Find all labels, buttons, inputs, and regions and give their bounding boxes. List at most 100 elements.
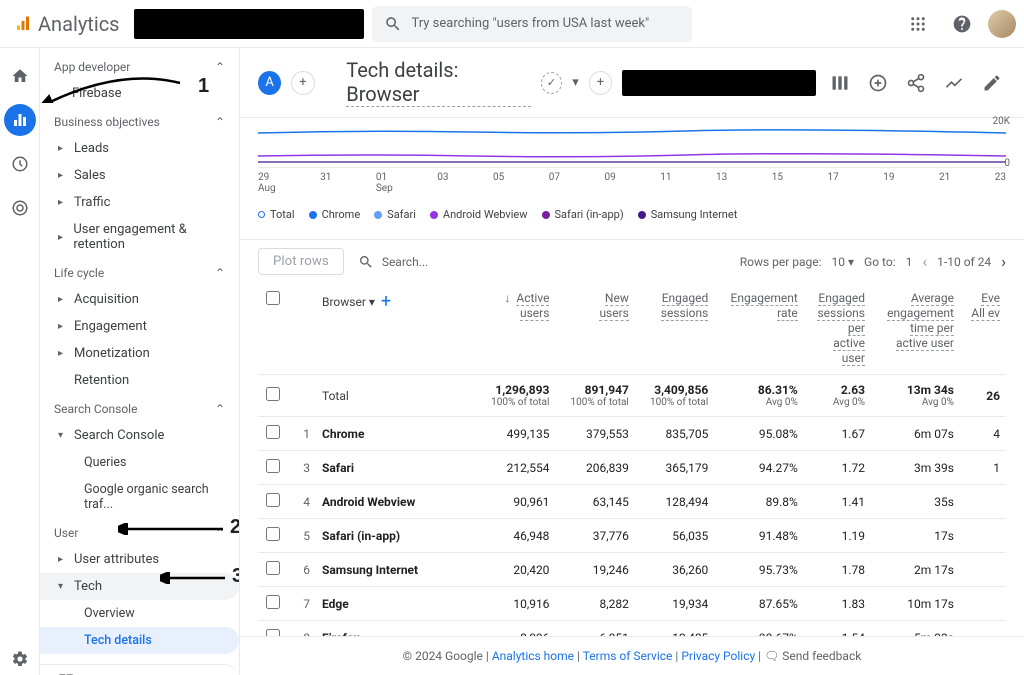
- legend-samsung-internet[interactable]: Samsung Internet: [638, 208, 738, 221]
- report-title: Tech details: Browser: [346, 58, 531, 107]
- help-icon[interactable]: [944, 6, 980, 42]
- sidebar-item-tech-details[interactable]: Tech details: [40, 627, 239, 654]
- table-row[interactable]: 6Samsung Internet20,42019,24636,26095.73…: [258, 553, 1006, 587]
- group-business-objectives[interactable]: Business objectives⌃: [40, 107, 239, 135]
- group-life-cycle[interactable]: Life cycle⌃: [40, 258, 239, 286]
- col-header-new[interactable]: Newusers: [555, 283, 634, 375]
- col-header-active[interactable]: ↓ Activeusers: [476, 283, 555, 375]
- rail-home-icon[interactable]: [4, 60, 36, 92]
- legend-safari-in-app-[interactable]: Safari (in-app): [542, 208, 624, 221]
- row-checkbox[interactable]: [266, 561, 280, 575]
- chart-y-max: 20K: [992, 116, 1010, 127]
- sidebar-item-search-console[interactable]: ▾Search Console: [40, 422, 239, 449]
- row-checkbox[interactable]: [266, 493, 280, 507]
- account-selector[interactable]: [134, 9, 364, 39]
- user-avatar[interactable]: [988, 10, 1016, 38]
- rail-admin-icon[interactable]: [4, 643, 36, 675]
- table-controls: Plot rows Search... Rows per page: 10 ▾ …: [240, 239, 1024, 283]
- apps-icon[interactable]: [900, 6, 936, 42]
- title-menu-icon[interactable]: ▾: [572, 75, 579, 90]
- sidebar-item-tech[interactable]: ▾Tech: [40, 573, 239, 600]
- table-row[interactable]: 1Chrome499,135379,553835,70595.08%1.676m…: [258, 417, 1006, 451]
- row-checkbox-total[interactable]: [266, 387, 280, 401]
- share-icon[interactable]: [902, 69, 930, 97]
- total-label: Total: [316, 375, 476, 417]
- customize-columns-icon[interactable]: [826, 69, 854, 97]
- insights-icon[interactable]: [864, 69, 892, 97]
- logo[interactable]: Analytics: [8, 12, 126, 36]
- table-pager: Rows per page: 10 ▾ Go to: 1 ‹ 1-10 of 2…: [740, 252, 1006, 271]
- row-checkbox[interactable]: [266, 595, 280, 609]
- goto-page-input[interactable]: 1: [906, 255, 913, 269]
- sidebar-item-user-attributes[interactable]: ▸User attributes: [40, 546, 239, 573]
- prev-page-button[interactable]: ‹: [922, 252, 927, 271]
- footer-link-privacy[interactable]: Privacy Policy: [681, 649, 755, 663]
- nav-rail: [0, 48, 40, 675]
- edit-icon[interactable]: [978, 69, 1006, 97]
- send-feedback-button[interactable]: 🗨 Send feedback: [764, 649, 861, 663]
- sidebar-item-sales[interactable]: ▸Sales: [40, 162, 239, 189]
- sidebar-item-firebase[interactable]: Firebase: [40, 80, 239, 107]
- search-icon: [358, 254, 374, 270]
- next-page-button[interactable]: ›: [1001, 252, 1006, 271]
- title-status-icon[interactable]: ✓: [541, 72, 562, 94]
- legend-safari[interactable]: Safari: [374, 208, 416, 221]
- rows-per-page-select[interactable]: 10 ▾: [832, 255, 855, 269]
- plot-rows-button[interactable]: Plot rows: [258, 248, 344, 275]
- legend-android-webview[interactable]: Android Webview: [430, 208, 528, 221]
- search-placeholder: Try searching "users from USA last week": [412, 16, 650, 31]
- chart-canvas: [258, 118, 1006, 168]
- add-dimension-button[interactable]: +: [381, 291, 391, 312]
- col-header-eve[interactable]: EveAll ev: [960, 283, 1006, 375]
- table-row[interactable]: 3Safari212,554206,839365,17994.27%1.723m…: [258, 451, 1006, 485]
- sidebar-item-leads[interactable]: ▸Leads: [40, 135, 239, 162]
- legend-chrome[interactable]: Chrome: [309, 208, 361, 221]
- group-search-console[interactable]: Search Console⌃: [40, 394, 239, 422]
- legend-total[interactable]: Total: [258, 208, 295, 221]
- group-user[interactable]: User⌃: [40, 518, 239, 546]
- col-header-average[interactable]: Averageengagementtime peractive user: [871, 283, 960, 375]
- sidebar-item-acquisition[interactable]: ▸Acquisition: [40, 286, 239, 313]
- row-checkbox[interactable]: [266, 629, 280, 636]
- date-range-picker[interactable]: [622, 70, 816, 96]
- add-comparison-button[interactable]: +: [589, 71, 612, 95]
- compare-icon[interactable]: [940, 69, 968, 97]
- row-checkbox[interactable]: [266, 425, 280, 439]
- sidebar-item-tech-overview[interactable]: Overview: [40, 600, 239, 627]
- search-box[interactable]: Try searching "users from USA last week": [372, 6, 692, 42]
- sidebar-item-engagement[interactable]: ▸Engagement: [40, 313, 239, 340]
- sidebar-item-retention[interactable]: Retention: [40, 367, 239, 394]
- select-all-checkbox[interactable]: [266, 291, 280, 305]
- dimension-picker[interactable]: Browser ▾: [322, 295, 375, 309]
- table-search[interactable]: Search...: [358, 254, 726, 270]
- segment-chip[interactable]: A: [258, 71, 281, 95]
- table-row[interactable]: 7Edge10,9168,28219,93487.65%1.8310m 17s: [258, 587, 1006, 621]
- sidebar-item-traffic[interactable]: ▸Traffic: [40, 189, 239, 216]
- rail-ads-icon[interactable]: [4, 192, 36, 224]
- table-row[interactable]: 8Firefox8,0966,05112,48590.67%1.545m 33s: [258, 621, 1006, 637]
- chevron-up-icon: ⌃: [215, 115, 225, 129]
- rail-reports-icon[interactable]: [4, 104, 36, 136]
- row-checkbox[interactable]: [266, 527, 280, 541]
- table-row[interactable]: 4Android Webview90,96163,145128,49489.8%…: [258, 485, 1006, 519]
- add-segment-button[interactable]: +: [291, 71, 314, 95]
- analytics-logo-icon: [14, 15, 32, 33]
- chart-legend: Total Chrome Safari Android Webview Safari (…: [258, 202, 1006, 231]
- group-app-developer[interactable]: App developer⌃: [40, 52, 239, 80]
- table-row[interactable]: 5Safari (in-app)46,94837,77656,03591.48%…: [258, 519, 1006, 553]
- sidebar-item-monetization[interactable]: ▸Monetization: [40, 340, 239, 367]
- footer-link-tos[interactable]: Terms of Service: [583, 649, 673, 663]
- col-header-engaged[interactable]: Engagedsessions: [635, 283, 714, 375]
- footer-link-home[interactable]: Analytics home: [492, 649, 574, 663]
- row-checkbox[interactable]: [266, 459, 280, 473]
- sidebar-item-organic-traffic[interactable]: Google organic search traf...: [40, 476, 239, 518]
- col-header-engagement[interactable]: Engagementrate: [714, 283, 803, 375]
- chart-y-min: 0: [1004, 158, 1010, 169]
- chevron-up-icon: ⌃: [215, 266, 225, 280]
- page-range: 1-10 of 24: [937, 255, 991, 269]
- rail-explore-icon[interactable]: [4, 148, 36, 180]
- col-header-engaged[interactable]: Engagedsessionsperactiveuser: [804, 283, 871, 375]
- sidebar-item-queries[interactable]: Queries: [40, 449, 239, 476]
- sidebar-item-user-engagement-retention[interactable]: ▸User engagement & retention: [40, 216, 239, 258]
- sidebar-library[interactable]: Library: [40, 664, 239, 675]
